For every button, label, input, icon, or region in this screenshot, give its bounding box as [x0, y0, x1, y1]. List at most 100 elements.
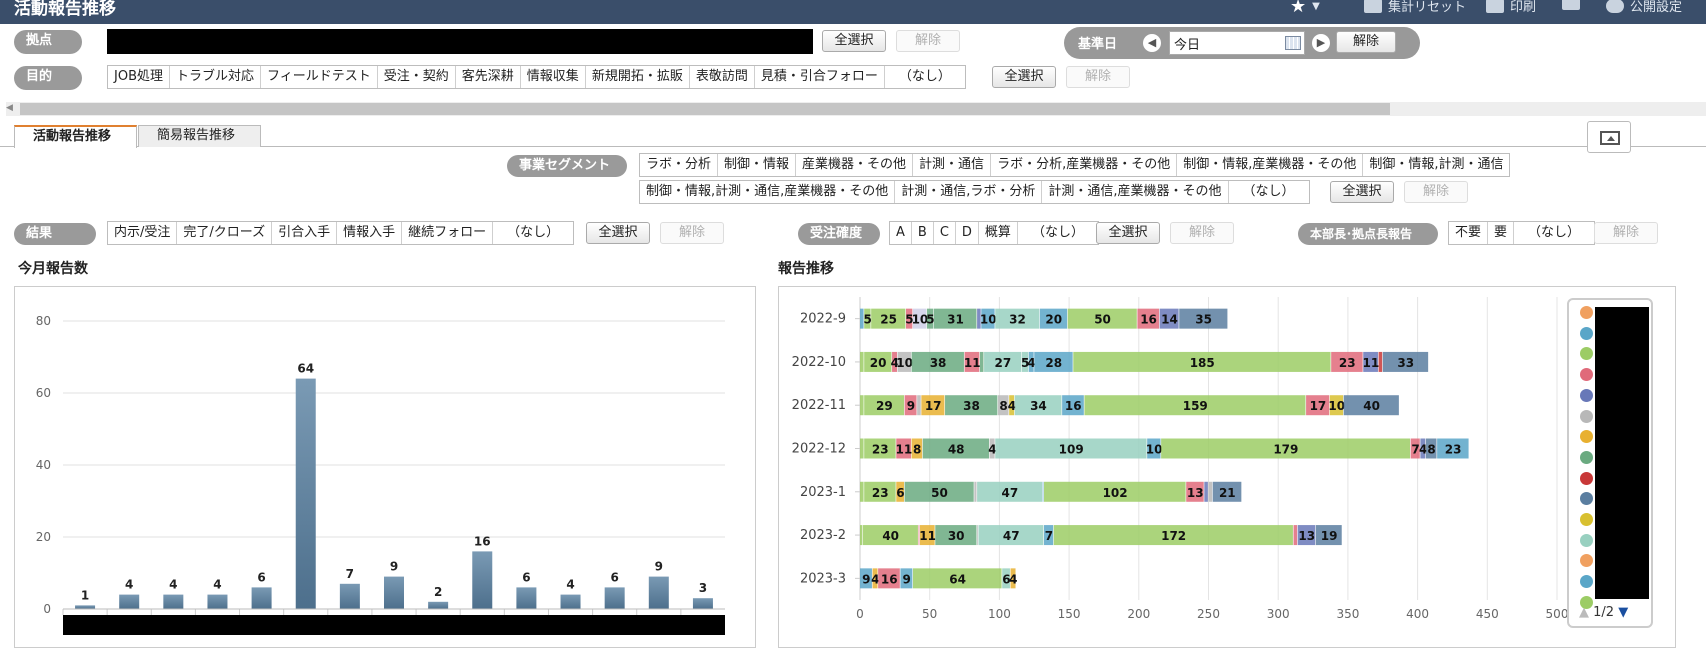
legend-swatch[interactable]: [1580, 430, 1593, 444]
mokuteki-option[interactable]: 見積・引合フォロー: [755, 66, 885, 88]
mokuteki-option[interactable]: （なし）: [885, 66, 965, 88]
x-tick-label: 300: [1267, 607, 1290, 621]
segment-value-label: 23: [872, 486, 889, 500]
legend-swatch[interactable]: [1580, 533, 1593, 547]
mokuteki-option[interactable]: フィールドテスト: [261, 66, 378, 88]
segment-value-label: 8: [913, 443, 921, 457]
kijunbi-group: 基準日 ◀ 今日 ▶ 解除: [1064, 27, 1420, 59]
segment-option[interactable]: 計測・通信,産業機器・その他: [1042, 181, 1229, 203]
kyoten-clear-button[interactable]: 解除: [896, 30, 960, 52]
legend-swatch[interactable]: [1580, 513, 1593, 526]
segment-value-label: 47: [1002, 486, 1019, 500]
bar-segment: [860, 351, 864, 372]
xlsx-export-button[interactable]: [1562, 0, 1580, 10]
favorite-button[interactable]: ★ ▼: [1290, 0, 1320, 17]
reset-button[interactable]: 集計リセット: [1364, 0, 1466, 15]
kijunbi-clear-button[interactable]: 解除: [1336, 31, 1396, 53]
kekka-option[interactable]: 完了/クローズ: [177, 222, 273, 244]
honbucho-option[interactable]: 不要: [1449, 222, 1489, 244]
segment-value-label: 172: [1161, 529, 1186, 543]
legend-swatch[interactable]: [1580, 347, 1593, 361]
segment-value-label: 23: [872, 443, 889, 457]
scroll-left-icon[interactable]: ◀: [6, 103, 13, 113]
segment-option[interactable]: 制御・情報,計測・通信: [1363, 154, 1509, 176]
segment-option[interactable]: （なし）: [1229, 181, 1309, 203]
monthly-report-chart-svg: 02040608014 4 46647921664693: [36, 314, 725, 635]
segment-value-label: 33: [1397, 356, 1414, 370]
tab-kani[interactable]: 簡易報告推移: [138, 125, 261, 147]
juchu-option[interactable]: D: [956, 222, 979, 244]
legend-swatch[interactable]: [1580, 471, 1593, 485]
mokuteki-select-all-button[interactable]: 全選択: [992, 66, 1056, 88]
bar: [75, 605, 96, 609]
mokuteki-option[interactable]: 新規開拓・拡販: [586, 66, 690, 88]
horizontal-scrollbar[interactable]: ◀: [6, 102, 1706, 116]
bar-segment: [1204, 481, 1208, 502]
bar-value-label: 3: [699, 581, 707, 595]
juchu-clear-button[interactable]: 解除: [1170, 222, 1234, 244]
mokuteki-option[interactable]: JOB処理: [108, 66, 170, 88]
kekka-select-all-button[interactable]: 全選択: [586, 222, 650, 244]
legend-swatch[interactable]: [1580, 595, 1593, 609]
legend-next-icon[interactable]: ▼: [1618, 605, 1628, 620]
legend-swatch[interactable]: [1580, 575, 1593, 589]
honbucho-option[interactable]: （なし）: [1514, 222, 1594, 244]
kijunbi-date-input[interactable]: 今日: [1169, 31, 1305, 55]
segment-value-label: 9: [862, 572, 870, 586]
segment-option[interactable]: 計測・通信: [913, 154, 992, 176]
page-title: 活動報告推移: [14, 0, 116, 19]
legend-swatch[interactable]: [1580, 554, 1593, 568]
kekka-clear-button[interactable]: 解除: [660, 222, 724, 244]
juchu-option[interactable]: 概算: [979, 222, 1018, 244]
mokuteki-option[interactable]: 表敬訪問: [690, 66, 755, 88]
legend-swatch[interactable]: [1580, 306, 1593, 319]
segment-option[interactable]: 制御・情報,産業機器・その他: [1177, 154, 1364, 176]
kekka-option[interactable]: 継続フォロー: [402, 222, 494, 244]
scrollbar-thumb[interactable]: [20, 103, 1390, 115]
publish-settings-button[interactable]: 公開設定: [1606, 0, 1682, 15]
juchu-option[interactable]: B: [912, 222, 934, 244]
mokuteki-clear-button[interactable]: 解除: [1066, 66, 1130, 88]
segment-option[interactable]: ラボ・分析: [640, 154, 719, 176]
segment-value-label: 29: [876, 399, 893, 413]
panel-toggle-button[interactable]: [1587, 121, 1631, 153]
kekka-option[interactable]: 内示/受注: [108, 222, 178, 244]
legend-swatch[interactable]: [1580, 409, 1593, 423]
honbucho-clear-button[interactable]: 解除: [1594, 222, 1658, 244]
segment-option[interactable]: 産業機器・その他: [796, 154, 914, 176]
bar: [207, 594, 228, 609]
tab-katsudo[interactable]: 活動報告推移: [14, 125, 137, 148]
bar-segment: [860, 438, 864, 459]
print-button[interactable]: 印刷: [1486, 0, 1536, 15]
segment-clear-button[interactable]: 解除: [1404, 181, 1468, 203]
segment-option[interactable]: ラボ・分析,産業機器・その他: [991, 154, 1178, 176]
mokuteki-option[interactable]: 客先深耕: [456, 66, 521, 88]
legend-swatch[interactable]: [1580, 368, 1593, 382]
mokuteki-option[interactable]: トラブル対応: [170, 66, 262, 88]
legend-swatch[interactable]: [1580, 326, 1593, 340]
kekka-option[interactable]: （なし）: [493, 222, 573, 244]
segment-option[interactable]: 制御・情報: [718, 154, 797, 176]
segment-select-all-button[interactable]: 全選択: [1330, 181, 1394, 203]
bar: [604, 587, 625, 609]
juchu-select-all-button[interactable]: 全選択: [1096, 222, 1160, 244]
honbucho-option[interactable]: 要: [1488, 222, 1515, 244]
legend-swatch[interactable]: [1580, 388, 1593, 402]
kyoten-select-all-button[interactable]: 全選択: [822, 30, 886, 52]
segment-option[interactable]: 制御・情報,計測・通信,産業機器・その他: [640, 181, 896, 203]
next-date-icon[interactable]: ▶: [1312, 34, 1330, 52]
prev-date-icon[interactable]: ◀: [1143, 34, 1161, 52]
mokuteki-option[interactable]: 情報収集: [521, 66, 586, 88]
calendar-icon[interactable]: [1285, 36, 1301, 50]
segment-value-label: 11: [896, 443, 913, 457]
juchu-option[interactable]: C: [934, 222, 956, 244]
legend-swatch[interactable]: [1580, 492, 1593, 506]
kekka-option[interactable]: 引合入手: [272, 222, 338, 244]
y-tick-label: 60: [36, 386, 51, 400]
legend-swatch[interactable]: [1580, 450, 1593, 464]
segment-option[interactable]: 計測・通信,ラボ・分析: [895, 181, 1043, 203]
juchu-option[interactable]: （なし）: [1018, 222, 1098, 244]
juchu-option[interactable]: A: [890, 222, 912, 244]
mokuteki-option[interactable]: 受注・契約: [378, 66, 456, 88]
kekka-option[interactable]: 情報入手: [337, 222, 403, 244]
